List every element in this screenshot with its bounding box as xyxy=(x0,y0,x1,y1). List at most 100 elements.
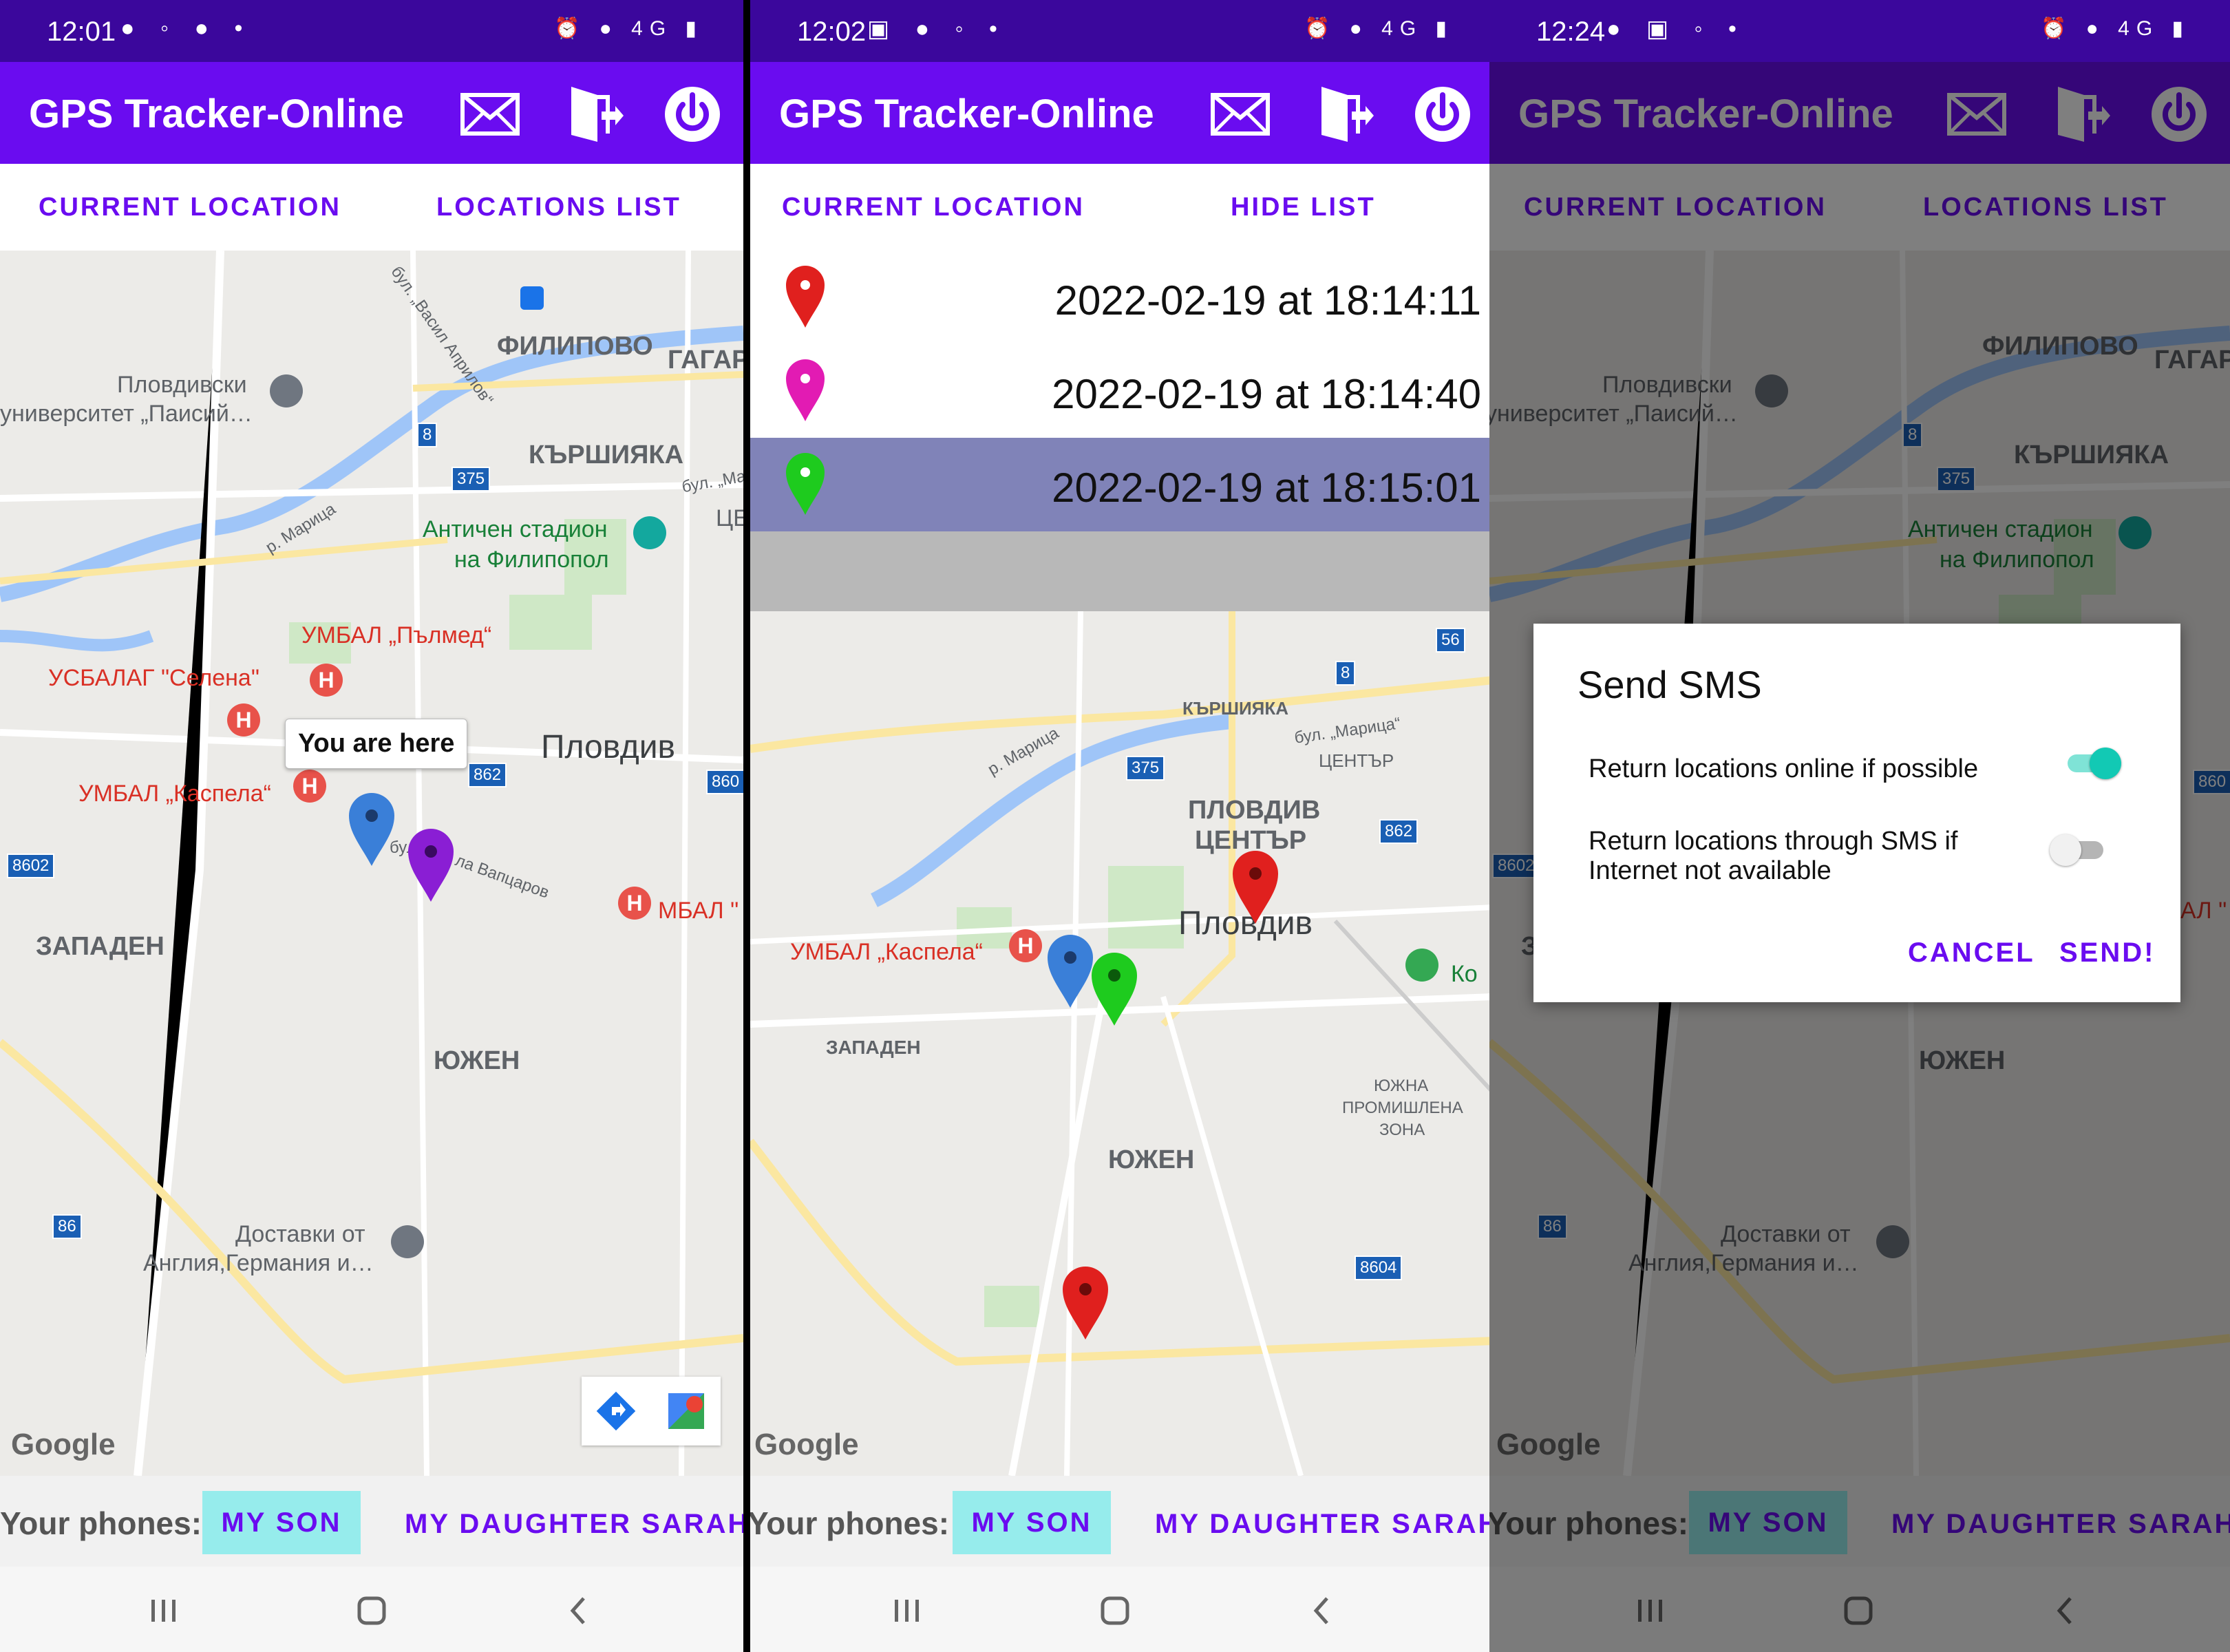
cancel-button[interactable]: CANCEL xyxy=(1908,938,2035,968)
send-sms-dialog: Send SMS Return locations online if poss… xyxy=(1533,624,2180,1002)
envelope-icon[interactable] xyxy=(1206,80,1275,149)
location-pin-icon xyxy=(786,453,825,515)
map-label-plovdiv: Пловдив xyxy=(541,729,676,765)
home-icon[interactable] xyxy=(351,1590,392,1631)
status-bar: 12:01 ● ◦ ● • ⏰ ● 4G ▮ xyxy=(0,0,743,62)
status-time: 12:01 xyxy=(47,17,116,47)
road-shield-86: 86 xyxy=(52,1214,82,1239)
tab-hide-list[interactable]: HIDE LIST xyxy=(1231,193,1376,222)
map-label-zapaden: ЗАПАДЕН xyxy=(36,932,164,961)
phones-bar: Your phones: MY SON MY DAUGHTER SARAH xyxy=(0,1476,743,1567)
tab-current-location[interactable]: CURRENT LOCATION xyxy=(39,193,341,222)
current-location-pin[interactable] xyxy=(1046,933,1094,1009)
power-icon[interactable] xyxy=(1408,80,1477,149)
exit-door-icon[interactable] xyxy=(1306,80,1375,149)
hospital-icon: H xyxy=(618,887,651,920)
tab-current-location[interactable]: CURRENT LOCATION xyxy=(782,193,1085,222)
online-toggle[interactable] xyxy=(2063,748,2121,779)
tab-locations-list[interactable]: LOCATIONS LIST xyxy=(436,193,681,222)
phones-label: Your phones: xyxy=(0,1505,202,1541)
location-pin-green[interactable] xyxy=(1090,951,1138,1027)
road-shield-56: 56 xyxy=(1436,628,1465,653)
location-time: 2022-02-19 at 18:14:11 xyxy=(1054,277,1481,324)
directions-icon[interactable] xyxy=(582,1377,650,1446)
map-label-yuzhen: ЮЖЕН xyxy=(1108,1145,1195,1174)
home-icon[interactable] xyxy=(1094,1590,1136,1631)
hospital-icon: H xyxy=(227,703,260,737)
exit-door-icon[interactable] xyxy=(556,80,625,149)
system-status-icons: ⏰ ● 4G ▮ xyxy=(553,17,703,40)
road-shield-375: 375 xyxy=(452,467,491,491)
map-label-karshiyaka: КЪРШИЯКА xyxy=(1182,698,1288,719)
road-shield-862: 862 xyxy=(1379,819,1419,844)
phone-button-my-son[interactable]: MY SON xyxy=(202,1491,361,1554)
phones-bar: Your phones: MY SON MY DAUGHTER SARAH xyxy=(750,1476,1494,1567)
send-button[interactable]: SEND! xyxy=(2059,938,2155,968)
hospital-icon: H xyxy=(293,770,326,803)
back-icon[interactable] xyxy=(1302,1590,1344,1631)
notification-icons: ▣ ● ◦ • xyxy=(867,16,1007,42)
map-label-university: Пловдивски xyxy=(117,372,247,398)
system-status-icons: ⏰ ● 4G ▮ xyxy=(2040,17,2190,40)
map-label-delivery: Доставки от xyxy=(235,1221,365,1247)
map-view[interactable]: ФИЛИПОВО ГАГАРИ Пловдивски университет „… xyxy=(0,251,743,1476)
phone-button-my-daughter[interactable]: MY DAUGHTER SARAH xyxy=(405,1509,743,1540)
status-bar: 12:02 ▣ ● ◦ • ⏰ ● 4G ▮ xyxy=(750,0,1494,62)
list-item-selected[interactable]: 2022-02-19 at 18:15:01 xyxy=(750,438,1494,531)
back-icon[interactable] xyxy=(559,1590,600,1631)
tab-bar: CURRENT LOCATION LOCATIONS LIST xyxy=(0,164,743,251)
road-shield-375: 375 xyxy=(1126,756,1165,781)
system-nav-bar xyxy=(750,1567,1494,1652)
map-label-karshiyaka: КЪРШИЯКА xyxy=(529,441,684,469)
map-label-ko: Ко xyxy=(1451,961,1478,987)
map-label-stadium: Античен стадион xyxy=(423,516,608,542)
map-label-stadium-2: на Филипопол xyxy=(454,547,609,573)
option-online-label: Return locations online if possible xyxy=(1589,754,1979,783)
status-time: 12:02 xyxy=(797,17,867,47)
recent-apps-icon[interactable] xyxy=(886,1590,928,1631)
map-label-selena: УСБАЛАГ "Селена" xyxy=(48,665,259,691)
map-label-zone: ЮЖНА xyxy=(1374,1077,1429,1095)
power-icon[interactable] xyxy=(658,80,727,149)
list-empty-space xyxy=(750,531,1494,611)
google-maps-icon[interactable] xyxy=(652,1377,721,1446)
notification-icons: ● ▣ ◦ • xyxy=(1606,16,1746,42)
road-shield-8604: 8604 xyxy=(1355,1256,1403,1280)
app-bar: GPS Tracker-Online xyxy=(0,62,743,164)
location-pin-red[interactable] xyxy=(1231,849,1279,925)
hospital-icon: H xyxy=(310,664,343,697)
list-item[interactable]: 2022-02-19 at 18:14:11 xyxy=(750,251,1494,344)
location-pin-red-2[interactable] xyxy=(1061,1265,1109,1341)
notification-icons: ● ◦ ● • xyxy=(120,15,253,41)
location-pin-purple[interactable] xyxy=(407,827,455,903)
envelope-icon[interactable] xyxy=(456,80,524,149)
map-toolbar xyxy=(582,1377,721,1446)
tab-bar: CURRENT LOCATION HIDE LIST xyxy=(750,164,1494,251)
place-icon xyxy=(391,1225,424,1258)
recent-apps-icon[interactable] xyxy=(143,1590,184,1631)
sms-toggle[interactable] xyxy=(2050,834,2107,866)
university-icon xyxy=(270,374,303,407)
screen-current-location: 12:01 ● ◦ ● • ⏰ ● 4G ▮ GPS Tracker-Onlin… xyxy=(0,0,743,1652)
current-location-pin[interactable] xyxy=(348,792,396,867)
location-time: 2022-02-19 at 18:14:40 xyxy=(1052,371,1481,417)
map-label-yuzhen: ЮЖЕН xyxy=(434,1046,520,1075)
place-icon xyxy=(1405,949,1438,982)
list-item[interactable]: 2022-02-19 at 18:14:40 xyxy=(750,344,1494,438)
map-view[interactable]: КЪРШИЯКА бул. „Марица“ ЦЕНТЪР ПЛОВДИВ ЦЕ… xyxy=(750,611,1494,1476)
option-sms-label: Return locations through SMS if Internet… xyxy=(1589,827,1958,885)
location-time: 2022-02-19 at 18:15:01 xyxy=(1052,465,1481,511)
system-status-icons: ⏰ ● 4G ▮ xyxy=(1304,17,1454,40)
app-title: GPS Tracker-Online xyxy=(779,92,1154,136)
phone-button-my-son[interactable]: MY SON xyxy=(953,1491,1111,1554)
road-shield-8: 8 xyxy=(417,423,438,447)
phone-button-my-daughter[interactable]: MY DAUGHTER SARAH xyxy=(1155,1509,1494,1540)
map-label-plovdiv-center: ПЛОВДИВ xyxy=(1188,796,1321,825)
location-pin-icon xyxy=(786,359,825,421)
map-label-tse: ЦЕ xyxy=(716,505,743,531)
map-label-gagarin: ГАГАРИ xyxy=(668,346,743,374)
you-are-here-tooltip: You are here xyxy=(285,719,468,769)
road-shield-8: 8 xyxy=(1335,661,1356,686)
map-label-zone-3: ЗОНА xyxy=(1379,1121,1425,1139)
screen-send-sms-dialog: 12:24 ● ▣ ◦ • ⏰ ● 4G ▮ GPS Tracker-Onlin… xyxy=(1489,0,2230,1652)
